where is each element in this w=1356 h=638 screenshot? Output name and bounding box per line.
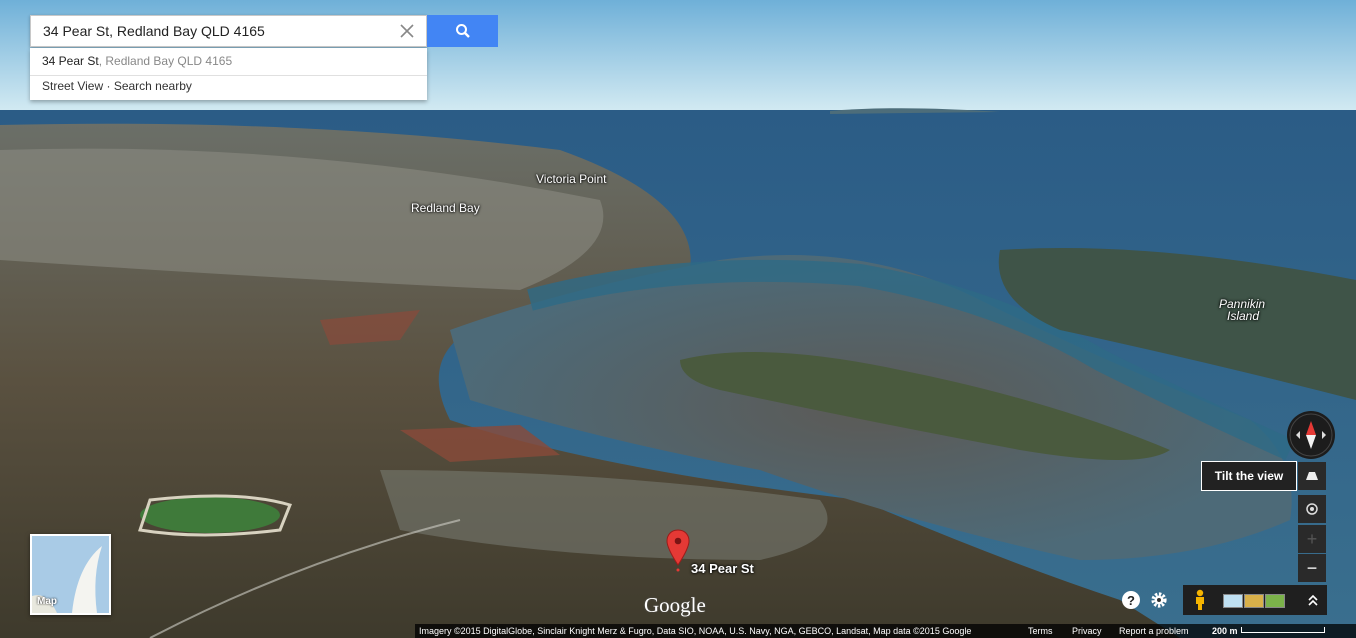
minimap-label: Map [37, 596, 57, 607]
search-icon [455, 24, 470, 38]
street-view-link[interactable]: Street View [42, 79, 103, 93]
place-label-victoria-point: Victoria Point [536, 172, 607, 186]
separator: · [103, 79, 114, 93]
terms-link[interactable]: Terms [1028, 624, 1053, 638]
suggestion-secondary: , Redland Bay QLD 4165 [98, 54, 233, 68]
imagery-thumb-map[interactable] [1223, 594, 1243, 608]
pin-label: 34 Pear St [691, 561, 754, 576]
search-input[interactable]: 34 Pear St, Redland Bay QLD 4165 [43, 16, 265, 46]
compass-icon [1289, 413, 1333, 457]
my-location-button[interactable] [1298, 495, 1326, 523]
google-logo: Google [644, 593, 706, 617]
compass[interactable] [1287, 411, 1335, 459]
imagery-thumb-satellite[interactable] [1244, 594, 1264, 608]
suggestion-primary: 34 Pear St [42, 54, 99, 68]
search-box[interactable]: 34 Pear St, Redland Bay QLD 4165 [30, 15, 427, 47]
chevron-up-icon[interactable] [1307, 593, 1319, 607]
place-label-island: Island [1227, 309, 1260, 323]
place-label-redland-bay: Redland Bay [411, 201, 480, 215]
divider [30, 75, 427, 76]
tilt-button[interactable] [1298, 462, 1326, 490]
tilt-tooltip: Tilt the view [1201, 461, 1297, 491]
search-button[interactable] [427, 15, 498, 47]
zoom-out-button[interactable]: − [1298, 554, 1326, 582]
svg-text:?: ? [1127, 593, 1135, 608]
scale-label: 200 m [1212, 626, 1238, 636]
scale-bar [1241, 627, 1325, 633]
gear-icon[interactable] [1149, 590, 1169, 610]
zoom-in-button[interactable]: + [1298, 525, 1326, 553]
attribution-text: Imagery ©2015 DigitalGlobe, Sinclair Kni… [419, 626, 972, 636]
suggestion-item[interactable]: 34 Pear St, Redland Bay QLD 4165 [42, 54, 232, 68]
map-view-toggle[interactable]: Map [30, 534, 111, 615]
privacy-link[interactable]: Privacy [1072, 624, 1102, 638]
tilt-icon [1306, 472, 1318, 480]
imagery-panel [1183, 585, 1327, 615]
location-icon [1306, 503, 1318, 515]
help-icon[interactable]: ? [1121, 590, 1141, 610]
imagery-thumb-terrain[interactable] [1265, 594, 1285, 608]
suggestion-actions: Street View · Search nearby [42, 79, 192, 93]
report-problem-link[interactable]: Report a problem [1119, 624, 1189, 638]
search-suggestion-panel: 34 Pear St, Redland Bay QLD 4165 Street … [30, 48, 427, 100]
attribution-bar: Imagery ©2015 DigitalGlobe, Sinclair Kni… [415, 624, 1356, 638]
search-nearby-link[interactable]: Search nearby [114, 79, 192, 93]
close-icon[interactable] [398, 22, 416, 40]
pegman-icon[interactable] [1193, 589, 1207, 611]
